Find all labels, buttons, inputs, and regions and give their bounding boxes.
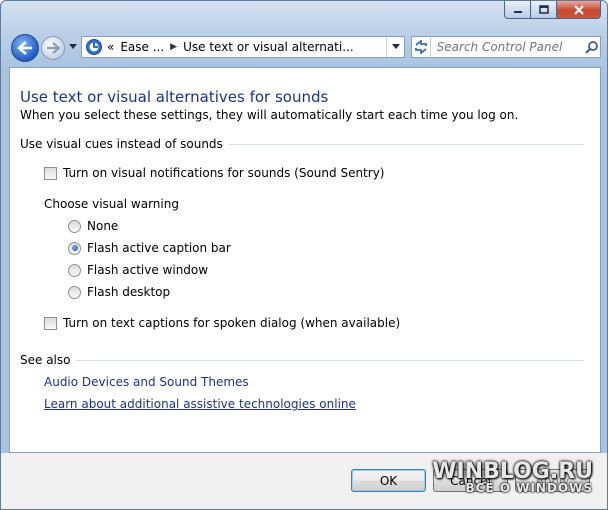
section-divider: [228, 143, 584, 145]
visual-warning-label: Choose visual warning: [44, 197, 179, 211]
radio-circle-selected[interactable]: [68, 241, 81, 255]
radio-circle[interactable]: [68, 219, 81, 233]
minimize-button[interactable]: [504, 1, 531, 19]
radio-flash-window-label[interactable]: Flash active window: [87, 263, 208, 277]
radio-flash-desktop[interactable]: Flash desktop: [68, 285, 170, 299]
section-visual-cues-label: Use visual cues instead of sounds: [20, 137, 223, 151]
radio-circle[interactable]: [68, 263, 81, 277]
maximize-icon: [538, 5, 549, 14]
recent-pages-dropdown[interactable]: [67, 41, 79, 53]
search-icon: [585, 41, 599, 54]
radio-flash-caption-bar-label[interactable]: Flash active caption bar: [87, 241, 231, 255]
control-panel-icon: [86, 39, 102, 55]
caption-buttons: [504, 1, 601, 19]
address-dropdown[interactable]: [386, 37, 404, 57]
radio-flash-caption-bar[interactable]: Flash active caption bar: [68, 241, 231, 255]
chevron-down-icon: [391, 44, 400, 49]
ok-button[interactable]: OK: [351, 469, 426, 492]
sound-sentry-checkbox[interactable]: Turn on visual notifications for sounds …: [44, 166, 384, 180]
checkbox-box[interactable]: [44, 316, 57, 330]
checkbox-box[interactable]: [44, 166, 57, 180]
text-captions-label[interactable]: Turn on text captions for spoken dialog …: [63, 316, 400, 330]
address-bar[interactable]: « Ease ... ▶ Use text or visual alternat…: [81, 36, 405, 58]
sound-sentry-label[interactable]: Turn on visual notifications for sounds …: [63, 166, 384, 180]
radio-dot: [71, 245, 78, 251]
breadcrumb-ease-of-access[interactable]: Ease ...: [120, 40, 164, 54]
section-visual-cues: Use visual cues instead of sounds: [20, 137, 584, 151]
maximize-button[interactable]: [531, 1, 557, 19]
search-button[interactable]: [585, 37, 600, 57]
page-description: When you select these settings, they wil…: [20, 108, 519, 122]
page-title: Use text or visual alternatives for soun…: [20, 88, 329, 106]
radio-flash-window[interactable]: Flash active window: [68, 263, 208, 277]
arrow-left-icon: [17, 41, 32, 55]
link-audio-devices[interactable]: Audio Devices and Sound Themes: [44, 375, 249, 389]
radio-circle[interactable]: [68, 285, 81, 299]
section-see-also-label: See also: [20, 353, 71, 367]
close-button[interactable]: [557, 1, 601, 19]
radio-none[interactable]: None: [68, 219, 118, 233]
watermark: WINBLOG.RU ВСЁ О WINDOWS: [432, 459, 593, 495]
radio-flash-desktop-label[interactable]: Flash desktop: [87, 285, 170, 299]
forward-button[interactable]: [41, 36, 65, 60]
refresh-button[interactable]: [412, 37, 431, 57]
content-pane: Use text or visual alternatives for soun…: [9, 67, 601, 453]
chevron-down-icon: [69, 44, 77, 49]
text-captions-checkbox[interactable]: Turn on text captions for spoken dialog …: [44, 316, 400, 330]
refresh-icon: [414, 40, 427, 54]
window: « Ease ... ▶ Use text or visual alternat…: [0, 0, 608, 510]
breadcrumb-current-page[interactable]: Use text or visual alternati...: [183, 40, 354, 54]
minimize-icon: [513, 10, 522, 13]
close-icon: [573, 4, 584, 15]
back-button[interactable]: [11, 34, 39, 62]
radio-none-label[interactable]: None: [87, 219, 118, 233]
section-divider: [76, 359, 584, 361]
section-see-also: See also: [20, 353, 584, 367]
search-box[interactable]: [411, 36, 601, 58]
breadcrumb-separator[interactable]: ▶: [170, 42, 177, 52]
arrow-right-icon: [47, 42, 60, 54]
search-input[interactable]: [430, 38, 585, 56]
breadcrumb-prefix[interactable]: «: [107, 40, 114, 54]
link-assistive-technologies[interactable]: Learn about additional assistive technol…: [44, 397, 356, 411]
